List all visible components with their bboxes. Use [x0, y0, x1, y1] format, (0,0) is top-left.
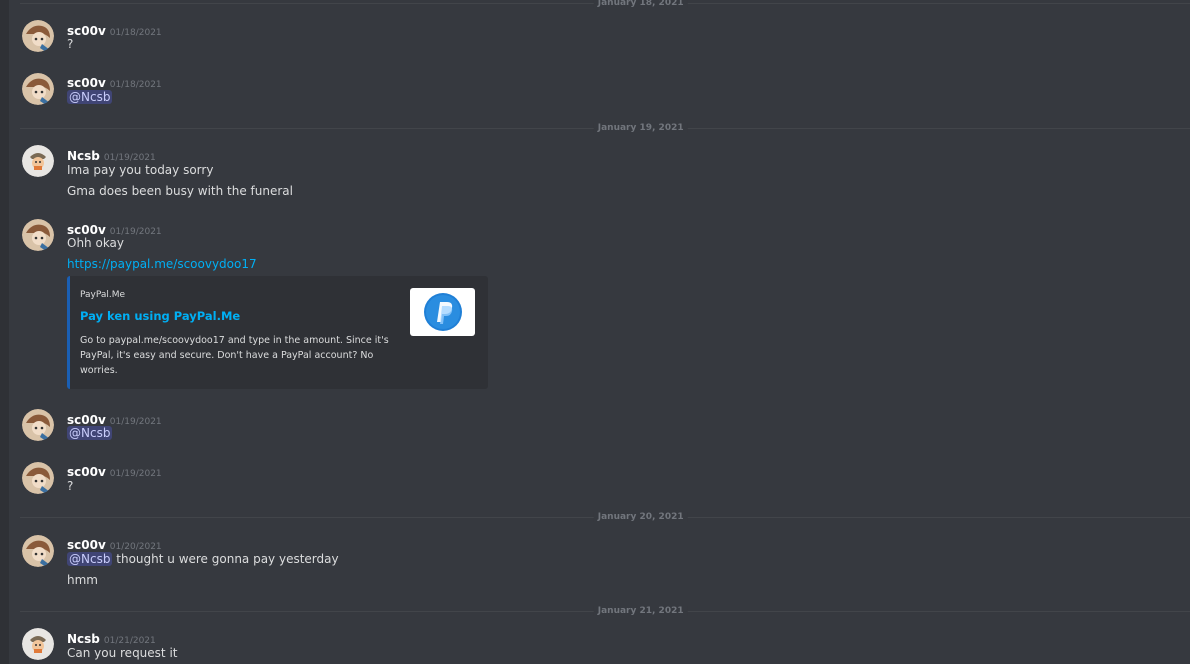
- avatar-sc00v[interactable]: [22, 73, 54, 105]
- embed-thumbnail[interactable]: [410, 288, 475, 336]
- message-author[interactable]: sc00v: [67, 24, 106, 38]
- chat-window: January 18, 2021 sc00v 01/18/2021 ? sc00v…: [0, 0, 1190, 664]
- embed-description: Go to paypal.me/scoovydoo17 and type in …: [80, 335, 389, 376]
- paypal-link[interactable]: https://paypal.me/scoovydoo17: [67, 257, 257, 271]
- date-divider: January 19, 2021: [20, 123, 1190, 133]
- message-timestamp: 01/19/2021: [103, 153, 156, 163]
- message-text: ?: [67, 479, 74, 493]
- date-divider-label: January 19, 2021: [593, 123, 688, 133]
- user-mention[interactable]: @Ncsb: [67, 552, 113, 566]
- link-embed: PayPal.Me Pay ken using PayPal.Me Go to …: [67, 276, 488, 389]
- message-text: Ima pay you today sorry: [67, 163, 214, 177]
- message-author[interactable]: sc00v: [67, 465, 106, 479]
- message-text: hmm: [67, 573, 98, 587]
- avatar-sc00v[interactable]: [22, 409, 54, 441]
- paypal-logo-icon: [424, 293, 462, 331]
- message-text: Can you request it: [67, 646, 178, 660]
- message-author[interactable]: sc00v: [67, 413, 106, 427]
- message-author[interactable]: Ncsb: [67, 149, 100, 163]
- message-timestamp: 01/21/2021: [103, 636, 156, 646]
- message-timestamp: 01/18/2021: [109, 28, 162, 38]
- date-divider-label: January 18, 2021: [593, 0, 688, 8]
- avatar-sc00v[interactable]: [22, 219, 54, 251]
- embed-provider[interactable]: PayPal.Me: [80, 290, 125, 300]
- date-divider-label: January 20, 2021: [593, 512, 688, 522]
- user-mention[interactable]: @Ncsb: [67, 90, 113, 104]
- message-text: thought u were gonna pay yesterday: [112, 552, 339, 566]
- date-divider-label: January 21, 2021: [593, 606, 688, 616]
- message-author[interactable]: sc00v: [67, 223, 106, 237]
- message-author[interactable]: sc00v: [67, 538, 106, 552]
- message-author[interactable]: sc00v: [67, 76, 106, 90]
- date-divider: January 21, 2021: [20, 606, 1190, 616]
- date-divider: January 18, 2021: [20, 0, 1190, 8]
- message-timestamp: 01/19/2021: [109, 469, 162, 479]
- message-text: Ohh okay: [67, 236, 125, 250]
- avatar-ncsb[interactable]: [22, 145, 54, 177]
- message-author[interactable]: Ncsb: [67, 632, 100, 646]
- avatar-ncsb[interactable]: [22, 628, 54, 660]
- message-timestamp: 01/20/2021: [109, 542, 162, 552]
- embed-title[interactable]: Pay ken using PayPal.Me: [80, 309, 240, 323]
- message-timestamp: 01/18/2021: [109, 80, 162, 90]
- avatar-sc00v[interactable]: [22, 20, 54, 52]
- sidebar-edge: [0, 0, 9, 664]
- message-text: Gma does been busy with the funeral: [67, 184, 293, 198]
- message-text: ?: [67, 37, 74, 51]
- avatar-sc00v[interactable]: [22, 535, 54, 567]
- user-mention[interactable]: @Ncsb: [67, 426, 113, 440]
- date-divider: January 20, 2021: [20, 512, 1190, 522]
- message-timestamp: 01/19/2021: [109, 417, 162, 427]
- avatar-sc00v[interactable]: [22, 462, 54, 494]
